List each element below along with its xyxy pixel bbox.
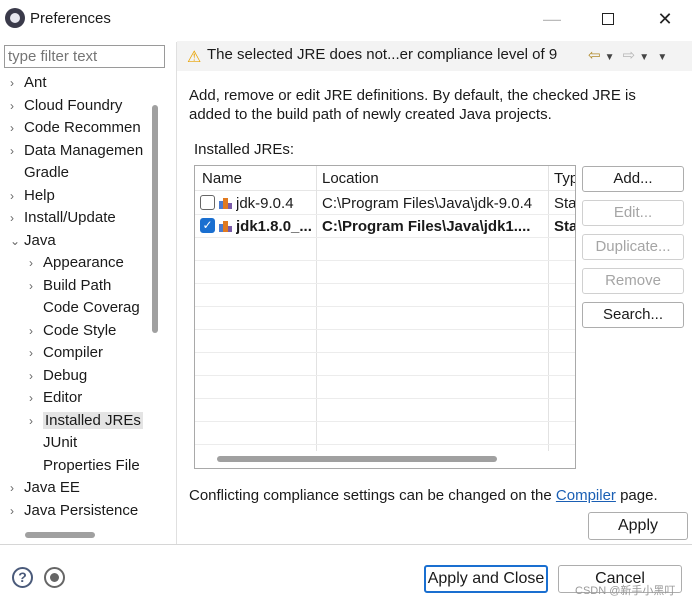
watermark: CSDN @新手小黑叮	[575, 585, 676, 597]
empty-row	[195, 261, 575, 284]
tree-item-code-style[interactable]: › Code Style	[29, 320, 116, 342]
jre-icon	[219, 197, 232, 209]
help-icon[interactable]: ?	[12, 567, 33, 588]
tree-item-data-management[interactable]: › Data Managemen	[10, 140, 143, 162]
column-header-type[interactable]: Typ	[554, 170, 575, 187]
tree-item-code-recommenders[interactable]: › Code Recommen	[10, 117, 141, 139]
add-button[interactable]: Add...	[582, 166, 684, 192]
jre-table: Name Location Typ jdk-9.0.4 C:\Program F…	[194, 165, 576, 469]
search-button[interactable]: Search...	[582, 302, 684, 328]
bottom-divider	[0, 544, 692, 545]
apply-button[interactable]: Apply	[588, 512, 688, 540]
tree-item-java-ee[interactable]: › Java EE	[10, 477, 80, 499]
column-header-location[interactable]: Location	[322, 170, 379, 187]
tree-item-debug[interactable]: › Debug	[29, 365, 87, 387]
forward-arrow-icon[interactable]: ⇨	[623, 46, 636, 64]
remove-button[interactable]: Remove	[582, 268, 684, 294]
maximize-icon[interactable]	[588, 6, 628, 32]
empty-row	[195, 376, 575, 399]
table-header: Name Location Typ	[195, 166, 575, 191]
empty-row	[195, 353, 575, 376]
tree-item-junit[interactable]: JUnit	[29, 432, 77, 454]
conflict-message: Conflicting compliance settings can be c…	[189, 487, 658, 504]
jre-type: Sta	[554, 218, 576, 235]
tree-item-help[interactable]: › Help	[10, 185, 55, 207]
record-preferences-icon[interactable]	[44, 567, 65, 588]
empty-row	[195, 330, 575, 353]
table-horizontal-scrollbar[interactable]	[217, 456, 497, 462]
view-menu-icon[interactable]: ▼	[657, 52, 667, 63]
preference-tree: › Ant › Cloud Foundry › Code Recommen › Data…	[0, 72, 148, 524]
title-bar: Preferences — ✕	[0, 0, 692, 40]
tree-item-install-update[interactable]: › Install/Update	[10, 207, 116, 229]
jre-type: Sta	[554, 195, 576, 212]
tree-item-editor[interactable]: › Editor	[29, 387, 82, 409]
tree-item-gradle[interactable]: Gradle	[10, 162, 69, 184]
eclipse-icon	[5, 8, 25, 28]
tree-item-code-coverage[interactable]: Code Coverag	[29, 297, 140, 319]
jre-name: jdk1.8.0_...	[236, 218, 312, 235]
empty-row	[195, 238, 575, 261]
jre-checkbox-checked[interactable]: ✓	[200, 218, 215, 233]
panel-divider[interactable]	[176, 42, 177, 544]
edit-button[interactable]: Edit...	[582, 200, 684, 226]
table-row[interactable]: ✓ jdk1.8.0_... C:\Program Files\Java\jdk…	[195, 215, 576, 238]
tree-item-installed-jres[interactable]: › Installed JREs	[29, 410, 143, 432]
filter-input[interactable]	[4, 45, 165, 68]
empty-row	[195, 284, 575, 307]
tree-item-java[interactable]: ⌄ Java	[10, 230, 56, 252]
forward-dropdown-icon[interactable]: ▼	[639, 52, 649, 63]
duplicate-button[interactable]: Duplicate...	[582, 234, 684, 260]
jre-checkbox[interactable]	[200, 195, 215, 210]
installed-jres-label: Installed JREs:	[194, 141, 295, 158]
empty-row	[195, 399, 575, 422]
tree-item-java-persistence[interactable]: › Java Persistence	[10, 500, 138, 522]
minimize-icon[interactable]: —	[532, 6, 572, 32]
tree-vertical-scrollbar[interactable]	[152, 105, 158, 333]
jre-icon	[219, 220, 232, 232]
close-icon[interactable]: ✕	[645, 6, 685, 32]
back-arrow-icon[interactable]: ⇦	[588, 46, 601, 64]
empty-row	[195, 307, 575, 330]
table-row[interactable]: jdk-9.0.4 C:\Program Files\Java\jdk-9.0.…	[195, 192, 576, 215]
back-dropdown-icon[interactable]: ▼	[605, 52, 615, 63]
tree-item-compiler[interactable]: › Compiler	[29, 342, 103, 364]
jre-name: jdk-9.0.4	[236, 195, 294, 212]
tree-item-ant[interactable]: › Ant	[10, 72, 47, 94]
window-title: Preferences	[30, 10, 111, 27]
tree-item-build-path[interactable]: › Build Path	[29, 275, 111, 297]
warning-icon: ⚠	[187, 49, 202, 66]
compiler-link[interactable]: Compiler	[556, 487, 616, 504]
tree-item-cloud-foundry[interactable]: › Cloud Foundry	[10, 95, 122, 117]
apply-and-close-button[interactable]: Apply and Close	[424, 565, 548, 593]
jre-location: C:\Program Files\Java\jdk1....	[322, 218, 531, 235]
column-header-name[interactable]: Name	[202, 170, 242, 187]
jre-location: C:\Program Files\Java\jdk-9.0.4	[322, 195, 533, 212]
empty-row	[195, 422, 575, 445]
tree-item-appearance[interactable]: › Appearance	[29, 252, 124, 274]
tree-item-properties-file[interactable]: Properties File	[29, 455, 140, 477]
tree-horizontal-scrollbar[interactable]	[25, 532, 95, 538]
page-description: Add, remove or edit JRE definitions. By …	[189, 87, 636, 123]
message-text: The selected JRE does not...er complianc…	[207, 46, 558, 63]
history-navigation: ⇦ ▼ ⇨ ▼ ▼	[588, 46, 671, 64]
